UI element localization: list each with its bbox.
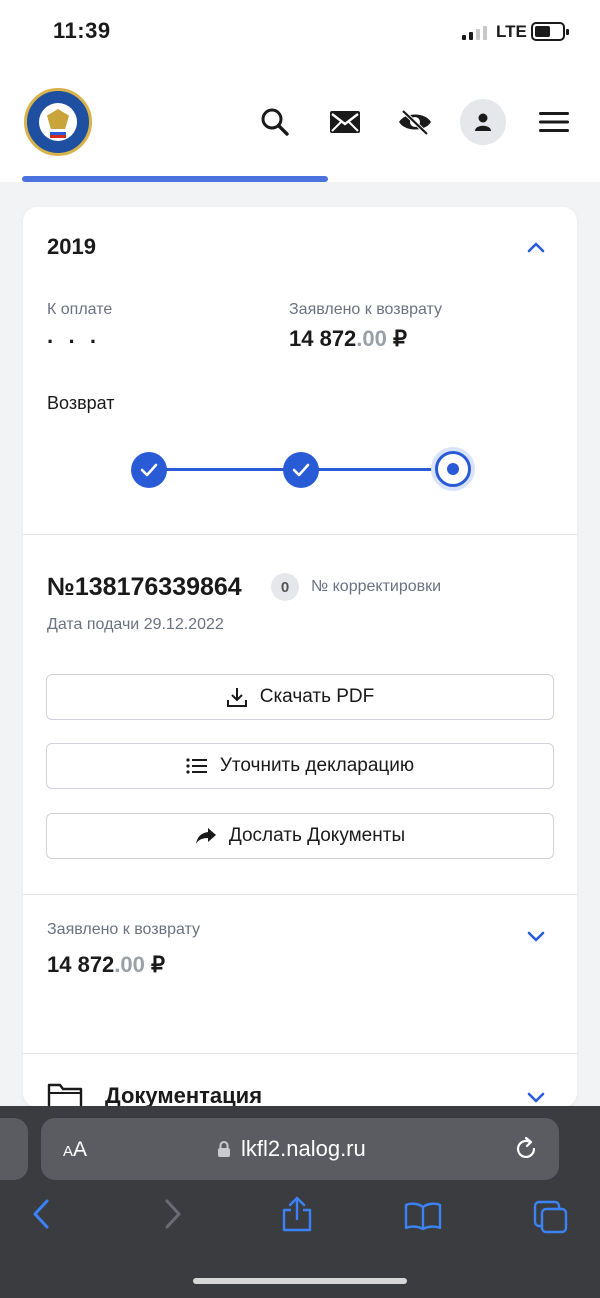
- menu-icon[interactable]: [532, 100, 576, 144]
- user-icon[interactable]: [460, 99, 506, 145]
- download-icon: [226, 688, 247, 707]
- network-label: LTE: [496, 22, 527, 41]
- refine-declaration-button[interactable]: Уточнить декларацию: [46, 743, 554, 789]
- claimed-section-label: Заявлено к возврату: [47, 921, 201, 938]
- check-icon: [292, 463, 310, 477]
- reload-icon[interactable]: [513, 1136, 539, 1167]
- search-icon[interactable]: [253, 100, 297, 144]
- download-pdf-label: Скачать PDF: [259, 686, 375, 707]
- to-pay-label: К оплате: [47, 301, 113, 318]
- check-icon: [140, 463, 158, 477]
- share-arrow-icon: [195, 828, 216, 844]
- browser-toolbar: AA lkfl2.nalog.ru: [0, 1106, 600, 1298]
- claimed-section-value: 14 872.00 ₽: [47, 952, 165, 978]
- step-2-done: [283, 452, 319, 488]
- home-indicator: [193, 1278, 407, 1284]
- chevron-down-icon[interactable]: [523, 924, 549, 948]
- declaration-number: №138176339864: [47, 573, 242, 601]
- status-time: 11:39: [53, 18, 111, 43]
- url-display[interactable]: lkfl2.nalog.ru: [217, 1136, 366, 1162]
- step-3-current: [435, 451, 471, 487]
- tabs-icon[interactable]: [533, 1200, 569, 1239]
- submission-date: Дата подачи 29.12.2022: [47, 616, 224, 633]
- refine-declaration-label: Уточнить декларацию: [219, 755, 415, 776]
- back-icon[interactable]: [30, 1198, 54, 1235]
- to-pay-value: · · ·: [47, 329, 102, 354]
- text-size-button[interactable]: AA: [63, 1138, 87, 1162]
- claimed-cents: .00: [356, 326, 387, 351]
- signal-icon: [462, 24, 487, 40]
- url-text: lkfl2.nalog.ru: [241, 1136, 366, 1161]
- divider: [23, 1053, 577, 1054]
- claimed-whole: 14 872: [289, 326, 357, 351]
- share-icon[interactable]: [282, 1196, 312, 1237]
- forward-icon[interactable]: [160, 1198, 184, 1235]
- logo-emblem: [39, 103, 77, 141]
- address-bar[interactable]: AA lkfl2.nalog.ru: [41, 1118, 559, 1180]
- flag-icon: [50, 129, 66, 138]
- claimed-refund-value: 14 872.00 ₽: [289, 326, 407, 352]
- currency-sign: ₽: [393, 326, 408, 351]
- list-icon: [186, 758, 207, 774]
- claimed-section-cents: .00: [114, 952, 145, 977]
- declaration-card: 2019 К оплате · · · Заявлено к возврату …: [23, 207, 577, 1111]
- divider: [23, 534, 577, 535]
- battery-icon: [531, 22, 569, 41]
- fns-logo[interactable]: [24, 88, 92, 156]
- send-documents-button[interactable]: Дослать Документы: [46, 813, 554, 859]
- claimed-section-currency: ₽: [151, 952, 166, 977]
- aa-large: A: [73, 1138, 88, 1161]
- correction-label: № корректировки: [311, 578, 442, 595]
- claimed-section-whole: 14 872: [47, 952, 115, 977]
- eye-off-icon[interactable]: [393, 100, 437, 144]
- download-pdf-button[interactable]: Скачать PDF: [46, 674, 554, 720]
- previous-tab-stub[interactable]: [0, 1118, 28, 1180]
- status-bar: 11:39 LTE: [0, 0, 600, 64]
- refund-label: Возврат: [47, 393, 115, 413]
- aa-small: A: [63, 1143, 74, 1160]
- site-header: [0, 64, 600, 182]
- claimed-refund-label: Заявлено к возврату: [289, 301, 443, 318]
- chevron-up-icon[interactable]: [523, 235, 549, 259]
- header-accent-bar: [22, 176, 328, 182]
- bookmarks-icon[interactable]: [404, 1201, 442, 1236]
- refund-stepper: [131, 451, 471, 489]
- declaration-year: 2019: [47, 234, 96, 259]
- eagle-icon: [47, 109, 69, 131]
- correction-count-badge: 0: [271, 573, 299, 601]
- divider: [23, 894, 577, 895]
- lock-icon: [218, 1141, 230, 1157]
- step-1-done: [131, 452, 167, 488]
- send-documents-label: Дослать Документы: [228, 825, 406, 846]
- mail-icon[interactable]: [323, 100, 367, 144]
